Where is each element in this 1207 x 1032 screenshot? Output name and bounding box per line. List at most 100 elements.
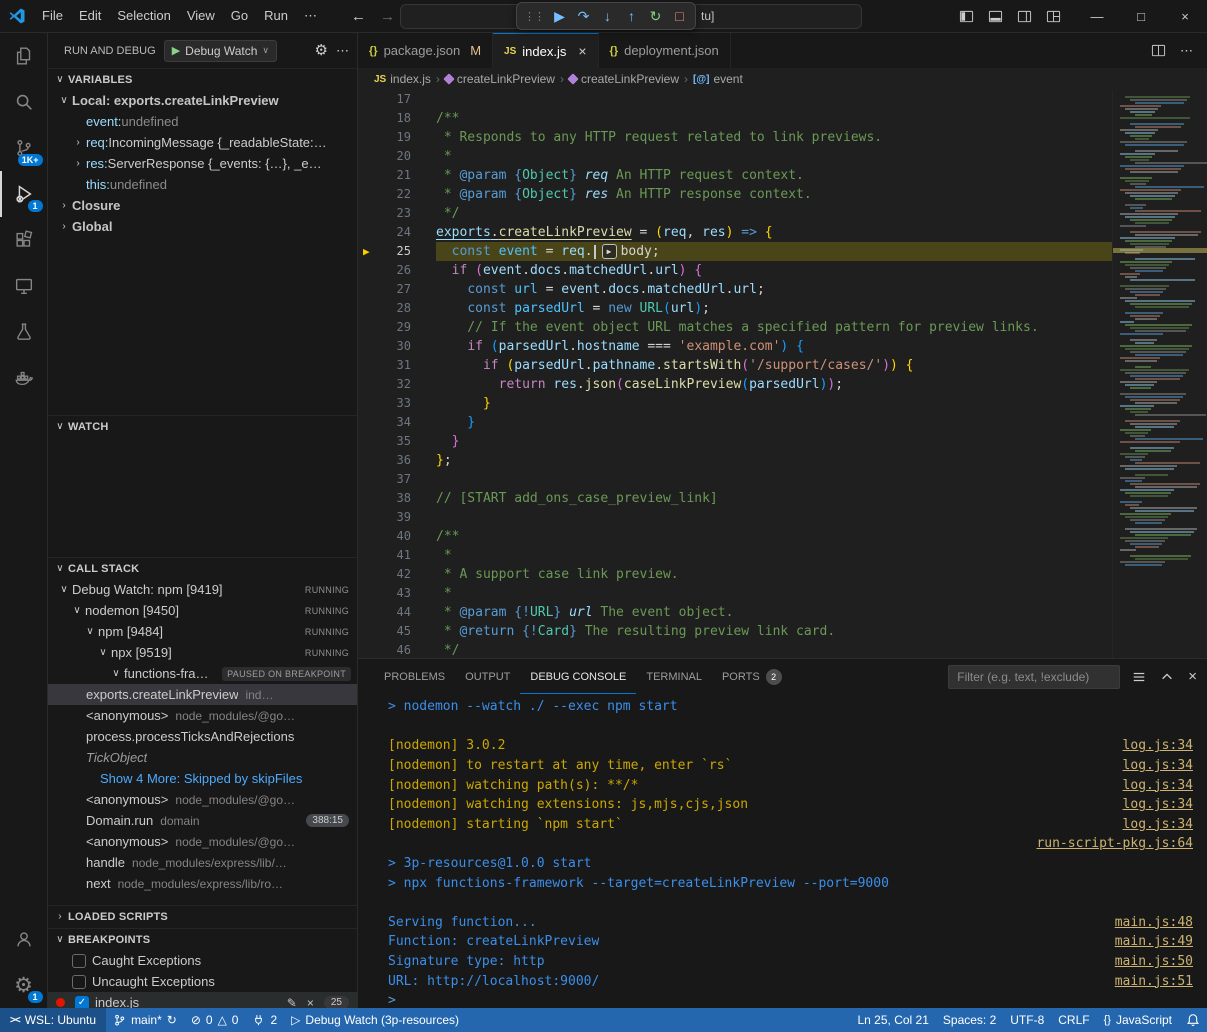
notifications-bell[interactable] [1179,1008,1207,1032]
line-number[interactable]: 31 [358,356,436,375]
menu-item[interactable]: Go [223,5,256,27]
tab-package-json[interactable]: {} package.json M [358,33,493,68]
callstack-row[interactable]: nextnode_modules/express/lib/ro… [48,873,357,894]
callstack-row[interactable]: exports.createLinkPreviewind… [48,684,357,705]
variable-row[interactable]: ∨Local: exports.createLinkPreview [48,90,357,111]
toggle-secondary-sidebar-icon[interactable] [1017,9,1032,24]
variables-section-header[interactable]: ∨VARIABLES [48,68,357,90]
line-number[interactable]: 26 [358,261,436,280]
console-source-link[interactable]: main.js:49 [1115,934,1193,949]
tab-deployment-json[interactable]: {} deployment.json [599,33,731,68]
console-source-link[interactable]: log.js:34 [1123,758,1193,773]
console-filter-input[interactable] [948,665,1120,689]
line-number[interactable]: 22 [358,185,436,204]
stop-button[interactable]: □ [669,5,690,27]
branch-indicator[interactable]: main* ↻ [106,1008,184,1032]
breadcrumb-symbol[interactable]: createLinkPreview [569,72,679,86]
callstack-row[interactable]: <anonymous>node_modules/@go… [48,789,357,810]
line-number[interactable]: 30 [358,337,436,356]
close-button[interactable]: × [1163,0,1207,33]
launch-config-dropdown[interactable]: ▶ Debug Watch ∨ [164,40,277,62]
variable-row[interactable]: this: undefined [48,174,357,195]
line-number[interactable]: 28 [358,299,436,318]
accounts-icon[interactable] [0,916,48,962]
line-number[interactable]: 46 [358,641,436,658]
go-forward-icon[interactable]: → [380,8,395,25]
console-source-link[interactable]: log.js:34 [1123,738,1193,753]
editor-more-actions-icon[interactable]: ⋯ [1180,43,1193,59]
sidebar-more-actions-icon[interactable]: ⋯ [336,43,349,59]
line-number[interactable]: 34 [358,413,436,432]
breakpoint-checkbox[interactable]: ✓ [75,996,89,1009]
line-number[interactable]: 35 [358,432,436,451]
toggle-panel-icon[interactable] [988,9,1003,24]
close-panel-icon[interactable]: × [1188,668,1197,685]
line-number[interactable]: 19 [358,128,436,147]
line-number[interactable]: 29 [358,318,436,337]
callstack-row[interactable]: <anonymous>node_modules/@go… [48,831,357,852]
twistie-icon[interactable]: ∨ [69,605,85,616]
twistie-icon[interactable]: ∨ [108,668,124,679]
encoding-indicator[interactable]: UTF-8 [1003,1008,1051,1032]
inline-suggestion-icon[interactable]: ▶ [602,244,617,259]
extensions-icon[interactable] [0,217,48,263]
debug-console-output[interactable]: > nodemon --watch ./ --exec npm start[no… [358,694,1207,1008]
debug-session-indicator[interactable]: ▷ Debug Watch (3p-resources) [284,1008,466,1032]
menu-item[interactable]: Edit [71,5,109,27]
line-number[interactable]: 20 [358,147,436,166]
close-tab-icon[interactable]: × [578,43,586,59]
line-number[interactable]: 27 [358,280,436,299]
console-source-link[interactable]: main.js:51 [1115,974,1193,989]
console-source-link[interactable]: run-script-pkg.js:64 [1036,836,1193,851]
step-into-button[interactable]: ↓ [597,5,618,27]
callstack-row[interactable]: ∨npm [9484]RUNNING [48,621,357,642]
edit-breakpoint-icon[interactable]: ✎ [287,996,297,1009]
explorer-icon[interactable] [0,33,48,79]
menu-item[interactable]: Run [256,5,296,27]
tab-terminal[interactable]: TERMINAL [636,659,712,694]
console-source-link[interactable]: log.js:34 [1123,778,1193,793]
breakpoints-section-header[interactable]: ∨BREAKPOINTS [48,928,357,950]
remote-explorer-icon[interactable] [0,263,48,309]
tab-index-js[interactable]: JS index.js × [493,33,599,68]
variable-row[interactable]: ›Global [48,216,357,237]
line-number[interactable]: 17 [358,90,436,109]
callstack-row[interactable]: handlenode_modules/express/lib/… [48,852,357,873]
indentation-indicator[interactable]: Spaces: 2 [936,1008,1003,1032]
twistie-icon[interactable]: ∨ [56,95,72,106]
twistie-icon[interactable]: › [56,200,72,211]
line-number[interactable]: 41 [358,546,436,565]
debug-settings-gear-icon[interactable]: ⚙ [315,43,328,58]
line-number[interactable]: 40 [358,527,436,546]
testing-icon[interactable] [0,309,48,355]
console-source-link[interactable]: log.js:34 [1123,817,1193,832]
variable-row[interactable]: event: undefined [48,111,357,132]
maximize-button[interactable]: □ [1119,0,1163,33]
breadcrumb-symbol[interactable]: [@] event [693,72,743,86]
remove-breakpoint-icon[interactable]: × [307,996,314,1009]
step-over-button[interactable]: ↷ [573,5,594,27]
filter-lines-icon[interactable] [1132,670,1146,684]
line-number[interactable]: 25▶ [358,242,436,261]
watch-section-header[interactable]: ∨WATCH [48,415,357,437]
line-number[interactable]: 18 [358,109,436,128]
ports-indicator[interactable]: 2 [245,1008,284,1032]
callstack-row[interactable]: ∨npx [9519]RUNNING [48,642,357,663]
line-number[interactable]: 32 [358,375,436,394]
call-stack-section-header[interactable]: ∨CALL STACK [48,557,357,579]
breakpoint-row[interactable]: Uncaught Exceptions [48,971,357,992]
go-back-icon[interactable]: ← [351,8,366,25]
twistie-icon[interactable]: ∨ [56,584,72,595]
twistie-icon[interactable]: › [56,221,72,232]
line-number[interactable]: 23 [358,204,436,223]
breadcrumb-symbol[interactable]: createLinkPreview [445,72,555,86]
line-number[interactable]: 44 [358,603,436,622]
maximize-panel-icon[interactable] [1160,670,1174,684]
variable-row[interactable]: ›res: ServerResponse {_events: {…}, _e… [48,153,357,174]
cursor-position-indicator[interactable]: Ln 25, Col 21 [851,1008,936,1032]
twistie-icon[interactable]: ∨ [82,626,98,637]
callstack-row[interactable]: ∨nodemon [9450]RUNNING [48,600,357,621]
callstack-row[interactable]: TickObject [48,747,357,768]
minimap[interactable] [1112,90,1207,658]
line-number[interactable]: 24 [358,223,436,242]
